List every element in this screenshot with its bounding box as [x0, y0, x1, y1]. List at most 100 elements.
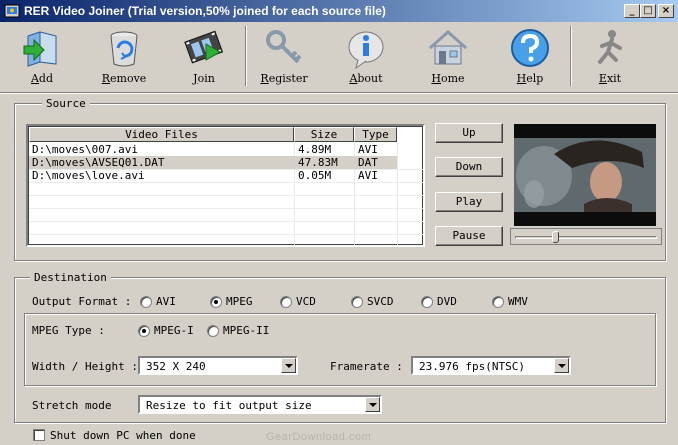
add-button[interactable]: Add	[10, 24, 74, 90]
play-button[interactable]: Play	[435, 192, 503, 212]
source-title: Source	[42, 97, 90, 110]
format-radio-wmv[interactable]	[492, 296, 504, 308]
slider-track-line	[515, 236, 657, 239]
maximize-button[interactable]: □	[640, 4, 656, 18]
home-icon	[429, 29, 467, 65]
mpeg-settings-panel	[24, 313, 656, 386]
framerate-label: Framerate :	[330, 360, 403, 373]
stretch-mode-select[interactable]: Resize to fit output size	[138, 395, 382, 414]
format-label-svcd: SVCD	[367, 295, 394, 308]
playback-slider[interactable]	[510, 228, 662, 245]
width-height-value: 352 X 240	[146, 360, 206, 373]
shutdown-checkbox[interactable]	[33, 429, 45, 441]
format-radio-dvd[interactable]	[421, 296, 433, 308]
row-divider	[29, 182, 423, 183]
file-path-cell: D:\moves\AVSEQ01.DAT	[32, 156, 165, 169]
format-radio-vcd[interactable]	[280, 296, 292, 308]
stretch-mode-value: Resize to fit output size	[146, 399, 312, 412]
video-files-list[interactable]: Video Files Size Type D:\moves\007.avi 4…	[26, 124, 425, 247]
slider-thumb[interactable]	[552, 231, 559, 243]
column-header-size[interactable]: Size	[294, 127, 354, 142]
mpeg-type-label: MPEG Type :	[32, 324, 105, 337]
size-cell: 47.83M	[298, 156, 338, 169]
toolbar-separator	[570, 26, 572, 86]
pause-button[interactable]: Pause	[435, 226, 503, 246]
video-preview	[514, 124, 656, 226]
format-radio-mpeg[interactable]	[210, 296, 222, 308]
row-divider	[29, 195, 423, 196]
chevron-down-icon[interactable]	[365, 397, 380, 412]
format-label-mpeg: MPEG	[226, 295, 253, 308]
film-strip-icon	[184, 30, 224, 64]
app-icon	[4, 4, 20, 18]
size-cell: 4.89M	[298, 143, 332, 156]
framerate-select[interactable]: 23.976 fps(NTSC)	[411, 356, 571, 375]
home-label: Home	[431, 72, 465, 85]
remove-button[interactable]: Remove	[92, 24, 156, 90]
row-divider	[29, 234, 423, 235]
column-header-video-files[interactable]: Video Files	[29, 127, 294, 142]
format-label-vcd: VCD	[296, 295, 316, 308]
mpeg-type-label-mpeg2: MPEG-II	[223, 324, 270, 337]
chevron-down-icon[interactable]	[281, 358, 296, 373]
exit-button[interactable]: Exit	[578, 24, 642, 90]
register-label: Register	[260, 72, 308, 85]
shutdown-label: Shut down PC when done	[50, 429, 196, 442]
type-cell: DAT	[358, 156, 378, 169]
register-button[interactable]: Register	[252, 24, 316, 90]
format-label-dvd: DVD	[437, 295, 457, 308]
add-label: Add	[30, 72, 54, 85]
destination-title: Destination	[30, 271, 111, 284]
format-radio-svcd[interactable]	[351, 296, 363, 308]
table-row-selected[interactable]: D:\moves\AVSEQ01.DAT 47.83M DAT	[29, 156, 397, 169]
minimize-button[interactable]: _	[624, 4, 640, 18]
table-row[interactable]: D:\moves\love.avi 0.05M AVI	[29, 169, 397, 182]
chevron-down-icon[interactable]	[554, 358, 569, 373]
type-cell: AVI	[358, 169, 378, 182]
watermark: GearDownload.com	[266, 431, 372, 443]
stretch-mode-label: Stretch mode	[32, 399, 112, 412]
width-height-label: Width / Height :	[32, 360, 138, 373]
table-row[interactable]: D:\moves\007.avi 4.89M AVI	[29, 143, 397, 156]
help-label: Help	[516, 72, 544, 85]
help-button[interactable]: Help	[498, 24, 562, 90]
mpeg-type-radio-mpeg1[interactable]	[138, 325, 150, 337]
file-path-cell: D:\moves\love.avi	[32, 169, 145, 182]
remove-label: Remove	[101, 72, 147, 85]
file-path-cell: D:\moves\007.avi	[32, 143, 138, 156]
video-frame-image	[514, 124, 656, 226]
size-cell: 0.05M	[298, 169, 332, 182]
info-icon	[348, 31, 384, 70]
maximize-icon: □	[643, 5, 653, 16]
mpeg-type-radio-mpeg2[interactable]	[207, 325, 219, 337]
recycle-bin-icon	[110, 31, 138, 67]
about-button[interactable]: About	[334, 24, 398, 90]
close-icon: ×	[661, 5, 671, 16]
width-height-select[interactable]: 352 X 240	[138, 356, 298, 375]
up-button[interactable]: Up	[435, 123, 503, 143]
toolbar: Add Remove Join Register About Home Help…	[0, 22, 678, 90]
add-folder-icon	[23, 31, 57, 67]
help-icon	[511, 29, 549, 67]
down-button[interactable]: Down	[435, 157, 503, 177]
title-bar: RER Video Joiner (Trial version,50% join…	[0, 0, 678, 22]
home-button[interactable]: Home	[416, 24, 480, 90]
close-button[interactable]: ×	[658, 4, 674, 18]
output-format-label: Output Format :	[32, 295, 132, 308]
framerate-value: 23.976 fps(NTSC)	[419, 360, 525, 373]
window-title: RER Video Joiner (Trial version,50% join…	[24, 4, 386, 18]
row-divider	[29, 208, 423, 209]
column-divider	[397, 142, 398, 245]
format-radio-avi[interactable]	[140, 296, 152, 308]
toolbar-divider	[0, 92, 678, 94]
mpeg-type-label-mpeg1: MPEG-I	[154, 324, 194, 337]
column-header-type[interactable]: Type	[354, 127, 397, 142]
join-button[interactable]: Join	[172, 24, 236, 90]
key-icon	[266, 30, 302, 64]
format-label-wmv: WMV	[508, 295, 528, 308]
minimize-icon: _	[629, 5, 635, 16]
toolbar-separator	[245, 26, 247, 86]
row-divider	[29, 221, 423, 222]
type-cell: AVI	[358, 143, 378, 156]
format-label-avi: AVI	[156, 295, 176, 308]
